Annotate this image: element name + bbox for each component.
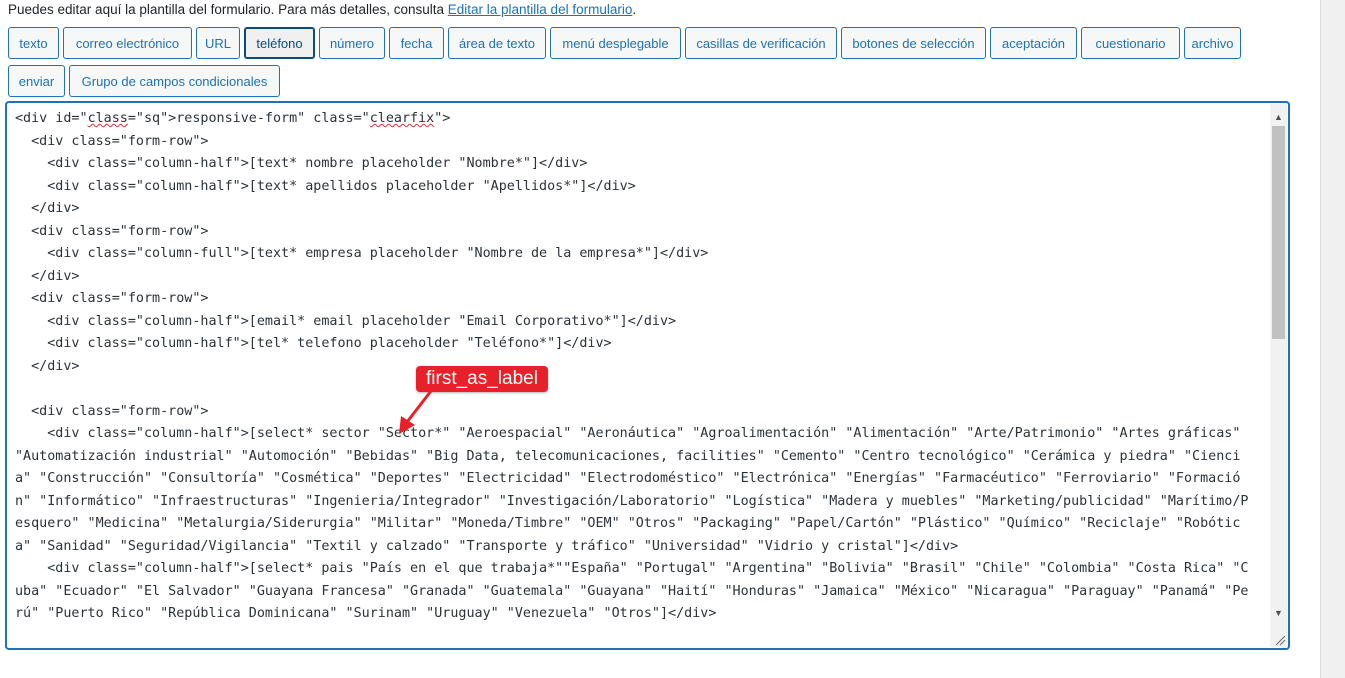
tag-button-fecha[interactable]: fecha	[389, 27, 444, 59]
scroll-down-icon[interactable]: ▼	[1270, 604, 1287, 621]
tag-button-botones-de-seleccion[interactable]: botones de selección	[841, 27, 986, 59]
edit-template-link[interactable]: Editar la plantilla del formulario	[448, 2, 633, 17]
tag-button-telefono[interactable]: teléfono	[244, 27, 315, 59]
scroll-thumb[interactable]	[1272, 126, 1285, 339]
tag-button-url[interactable]: URL	[196, 27, 240, 59]
template-code[interactable]: <div id="class="sq">responsive-form" cla…	[15, 108, 1255, 626]
intro-description: Puedes editar aquí la plantilla del form…	[8, 2, 448, 17]
tag-button-menu-desplegable[interactable]: menú desplegable	[550, 27, 681, 59]
tag-button-numero[interactable]: número	[319, 27, 385, 59]
form-template-panel: Puedes editar aquí la plantilla del form…	[0, 0, 1321, 678]
tag-button-archivo[interactable]: archivo	[1184, 27, 1241, 59]
tag-button-enviar[interactable]: enviar	[8, 65, 65, 97]
tag-button-aceptacion[interactable]: aceptación	[990, 27, 1077, 59]
tag-button-casillas-de-verificacion[interactable]: casillas de verificación	[685, 27, 837, 59]
tag-button-texto[interactable]: texto	[8, 27, 59, 59]
form-template-editor[interactable]: <div id="class="sq">responsive-form" cla…	[6, 102, 1289, 649]
tag-button-area-de-texto[interactable]: área de texto	[448, 27, 546, 59]
intro-text: Puedes editar aquí la plantilla del form…	[8, 1, 636, 19]
resize-handle-icon[interactable]	[1274, 634, 1286, 646]
page-scrollbar[interactable]	[1329, 0, 1345, 678]
annotation-arrow-icon	[399, 390, 433, 434]
tag-button-cuestionario[interactable]: cuestionario	[1081, 27, 1180, 59]
tag-button-grupo-campos-condicionales[interactable]: Grupo de campos condicionales	[69, 65, 280, 97]
intro-suffix: .	[632, 2, 637, 17]
annotation-callout: first_as_label	[416, 366, 548, 392]
editor-scrollbar[interactable]: ▲ ▼	[1270, 104, 1287, 647]
tag-button-correo-electronico[interactable]: correo electrónico	[63, 27, 192, 59]
scroll-up-icon[interactable]: ▲	[1270, 108, 1287, 125]
